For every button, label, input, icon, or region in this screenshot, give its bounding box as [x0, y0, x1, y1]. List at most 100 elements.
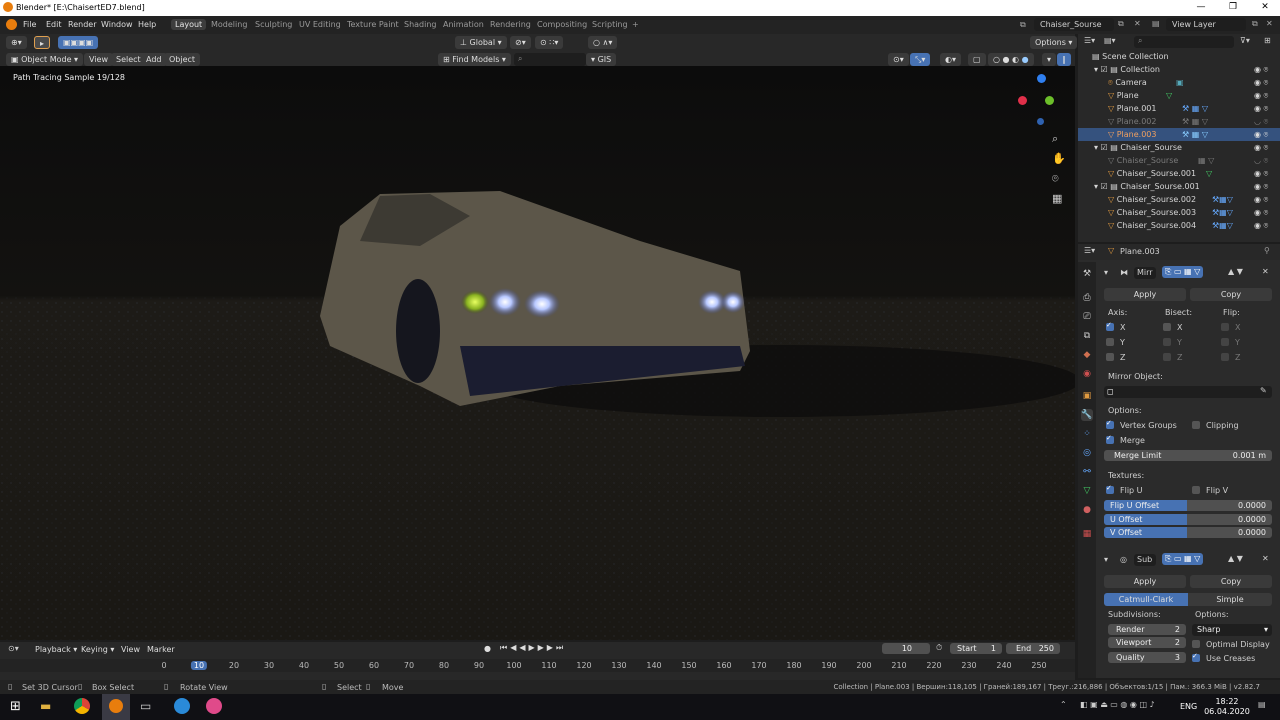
gis-dropdown[interactable]: ▾ GIS: [586, 53, 617, 66]
tab-scripting[interactable]: Scripting: [588, 19, 632, 30]
render-levels-field[interactable]: Render 2: [1108, 624, 1186, 635]
bisect-x-checkbox[interactable]: [1163, 323, 1171, 331]
view-layer-selector[interactable]: View Layer: [1166, 18, 1246, 31]
uv-smooth-dropdown[interactable]: Sharp ▾: [1192, 624, 1272, 636]
current-frame-field[interactable]: 10: [882, 643, 930, 654]
clock-time[interactable]: 18:22: [1212, 697, 1242, 706]
delete-scene-icon[interactable]: ✕: [1134, 19, 1141, 28]
tab-uv-editing[interactable]: UV Editing: [295, 19, 345, 30]
bisect-z-checkbox[interactable]: [1163, 353, 1171, 361]
flip-z-checkbox[interactable]: [1221, 353, 1229, 361]
tab-layout[interactable]: Layout: [171, 19, 207, 30]
remove-modifier-button[interactable]: ✕: [1262, 554, 1269, 563]
subsurf-visibility-toggles[interactable]: ⎘ ▭ ▦ ▽: [1162, 553, 1204, 565]
blender-task-active[interactable]: [102, 694, 130, 720]
music-player-icon[interactable]: [206, 698, 222, 714]
menu-view[interactable]: View: [84, 53, 113, 66]
new-collection-icon[interactable]: ⊞: [1264, 36, 1271, 45]
axis-y-checkbox[interactable]: [1106, 338, 1114, 346]
notifications-icon[interactable]: ▤: [1258, 700, 1266, 709]
delete-view-layer-icon[interactable]: ✕: [1266, 19, 1273, 28]
merge-limit-field[interactable]: Merge Limit 0.001 m: [1104, 450, 1272, 461]
merge-checkbox[interactable]: [1106, 434, 1114, 444]
collapse-icon[interactable]: ▾: [1104, 555, 1108, 564]
gizmo-z-axis[interactable]: [1037, 74, 1046, 83]
maximize-button[interactable]: ❐: [1218, 2, 1248, 12]
flip-u-offset-field[interactable]: Flip U Offset 0.0000: [1104, 500, 1272, 511]
blender-menu-icon[interactable]: [6, 19, 17, 30]
language-indicator[interactable]: ENG: [1180, 702, 1197, 711]
world-tab-icon[interactable]: ◉: [1081, 368, 1093, 380]
timeline-editor-icon[interactable]: ⊙▾: [8, 644, 19, 653]
toggle-sidebar-icon[interactable]: ∥: [1057, 53, 1071, 66]
outliner-row[interactable]: ▽ Chaiser_Sourse.004 ⚒▦▽ ◉ ⌾: [1078, 219, 1280, 232]
view-layer-tab-icon[interactable]: ⧉: [1081, 330, 1093, 342]
v-offset-field[interactable]: V Offset 0.0000: [1104, 527, 1272, 538]
display-mode-icon[interactable]: ▤▾: [1104, 36, 1116, 45]
options-dropdown[interactable]: Options ▾: [1030, 36, 1078, 49]
mirror-name-input[interactable]: Mirr: [1134, 267, 1156, 279]
scene-selector[interactable]: Chaiser_Sourse: [1034, 18, 1114, 31]
tab-texture-paint[interactable]: Texture Paint: [343, 19, 403, 30]
new-view-layer-icon[interactable]: ⧉: [1252, 19, 1258, 29]
playback-controls[interactable]: ⏮◀◀▶▶▶⏭: [500, 643, 566, 653]
mirror-object-field[interactable]: ◻ ✎: [1104, 386, 1272, 398]
object-tab-icon[interactable]: ▣: [1081, 390, 1093, 402]
mirror-copy-button[interactable]: Copy: [1190, 288, 1272, 301]
simple-button[interactable]: Simple: [1188, 593, 1272, 606]
u-offset-field[interactable]: U Offset 0.0000: [1104, 514, 1272, 525]
select-mode-icons[interactable]: ▣▣▣▣: [58, 36, 99, 49]
outliner-row[interactable]: ▾ ☑ ▤ Chaiser_Sourse.001 ◉ ⌾: [1078, 180, 1280, 193]
playback-menu[interactable]: Playback ▾: [30, 643, 82, 656]
tab-rendering[interactable]: Rendering: [486, 19, 535, 30]
shading-modes[interactable]: ○ ● ◐ ●: [988, 53, 1034, 66]
vertex-groups-checkbox[interactable]: [1106, 419, 1114, 429]
remove-modifier-button[interactable]: ✕: [1262, 267, 1269, 276]
render-tab-icon[interactable]: ⎙: [1081, 292, 1093, 304]
clock-icon[interactable]: ⏱: [936, 643, 942, 653]
modifier-tab-icon[interactable]: 🔧: [1081, 409, 1093, 421]
optimal-display-checkbox[interactable]: [1192, 640, 1200, 648]
find-search-input[interactable]: ⌕: [514, 53, 586, 66]
marker-menu[interactable]: Marker: [142, 643, 180, 656]
mirror-visibility-toggles[interactable]: ⎘ ▭ ▦ ▽: [1162, 266, 1204, 278]
pan-hand-icon[interactable]: ✋: [1052, 152, 1066, 165]
use-creases-checkbox[interactable]: [1192, 652, 1200, 662]
tray-icons[interactable]: ◧ ▣ ⏏ ▭ ◍ ◉ ◫ ♪: [1080, 700, 1155, 709]
data-tab-icon[interactable]: ▽: [1081, 485, 1093, 497]
collapse-icon[interactable]: ▾: [1104, 268, 1108, 277]
find-models-dropdown[interactable]: ⊞ Find Models ▾: [438, 53, 511, 66]
physics-tab-icon[interactable]: ◎: [1081, 447, 1093, 459]
tab-modeling[interactable]: Modeling: [207, 19, 251, 30]
properties-editor-icon[interactable]: ☰▾: [1084, 246, 1095, 255]
menu-add[interactable]: Add: [141, 53, 167, 66]
pivot-icon[interactable]: ⊘▾: [510, 36, 531, 49]
outliner-row[interactable]: ▽ Chaiser_Sourse ▦ ▽ ◡ ⌾: [1078, 154, 1280, 167]
file-explorer-icon[interactable]: ▬: [40, 699, 51, 713]
axis-z-checkbox[interactable]: [1106, 353, 1114, 361]
move-modifier-buttons[interactable]: ▲ ▼: [1228, 267, 1243, 276]
scene-collection-row[interactable]: ▤ Scene Collection: [1078, 50, 1280, 63]
close-button[interactable]: ✕: [1250, 2, 1280, 12]
outliner-row[interactable]: ▾ ☑ ▤ Chaiser_Sourse ◉ ⌾: [1078, 141, 1280, 154]
quality-field[interactable]: Quality 3: [1108, 652, 1186, 663]
outliner-row-selected[interactable]: ▽ Plane.003 ⚒ ▦ ▽ ◉ ⌾: [1078, 128, 1280, 141]
end-frame-field[interactable]: End 250: [1006, 643, 1060, 654]
outliner-search-input[interactable]: ⌕: [1134, 36, 1234, 48]
flip-v-checkbox[interactable]: [1192, 486, 1200, 494]
constraints-tab-icon[interactable]: ⚯: [1081, 466, 1093, 478]
visibility-icon[interactable]: ⊙▾: [888, 53, 909, 66]
menu-window[interactable]: Window: [101, 20, 133, 29]
camera-view-icon[interactable]: ⌾: [1052, 172, 1059, 186]
navigation-gizmo[interactable]: [1015, 72, 1067, 132]
move-modifier-buttons[interactable]: ▲ ▼: [1228, 554, 1243, 563]
outliner-editor-icon[interactable]: ☰▾: [1084, 36, 1095, 45]
subsurf-name-input[interactable]: Sub: [1134, 554, 1156, 566]
outliner-row[interactable]: ▽ Chaiser_Sourse.001 ▽ ◉ ⌾: [1078, 167, 1280, 180]
particles-tab-icon[interactable]: ⁘: [1081, 428, 1093, 440]
tray-arrow-icon[interactable]: ⌃: [1060, 700, 1067, 709]
material-tab-icon[interactable]: ●: [1081, 504, 1093, 516]
frame-ruler[interactable]: 0 10 20 30 40 50 60 70 80 90 100 110 120 130 140 150 160…: [0, 659, 1075, 672]
object-mode-dropdown[interactable]: ▣ Object Mode ▾: [6, 53, 84, 66]
3d-viewport[interactable]: Path Tracing Sample 19/128 ⌕ ✋ ⌾ ▦: [0, 66, 1075, 640]
